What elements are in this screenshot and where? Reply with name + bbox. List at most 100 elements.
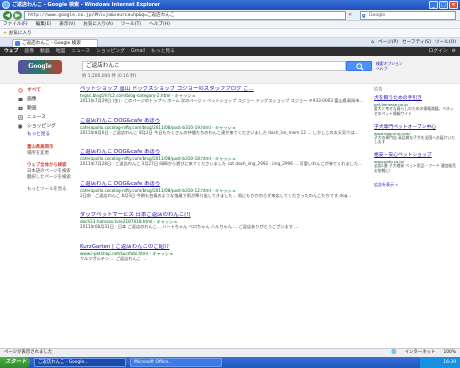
gbar-shopping[interactable]: ショッピング: [96, 47, 125, 56]
result-title[interactable]: ペットショップ 富山 ドッグスショップ コジョーのスタッフブログ ご...: [80, 86, 370, 93]
browser-tab[interactable]: ご返店わんこ - Google 検索: [12, 39, 98, 47]
result-title[interactable]: ご返店わんこ DOG&cafe あぽろ: [80, 149, 370, 156]
result-item: ご返店わんこ DOG&cafe あぽろ caferapollo.cocolog-…: [80, 118, 370, 146]
more-tools-link[interactable]: もっとツールを見る: [27, 187, 76, 193]
tools-menu[interactable]: ツール(O): [435, 39, 456, 47]
gbar-web[interactable]: ウェブ: [4, 47, 18, 56]
menu-favorites[interactable]: お気に入り(A): [83, 21, 113, 28]
search-icon: [356, 63, 364, 71]
start-button[interactable]: スタート: [0, 357, 30, 368]
result-item: ご返店わんこ DOG&cafe あぽろ caferapollo.cocolog-…: [80, 181, 370, 209]
stop-icon[interactable]: ✕: [348, 12, 352, 18]
back-icon[interactable]: ◀: [3, 11, 12, 20]
menu-tools[interactable]: ツール(T): [121, 21, 141, 28]
search-header: Google ご返店わんこ 約 1,200,000 件 (0.16 秒) 検索オ…: [0, 56, 460, 84]
ad-item: 格安・安心ペットショップ www.petir.co.jp/ 全国1番 子犬格安 …: [374, 153, 456, 174]
minimize-button[interactable]: _: [429, 1, 438, 9]
address-bar: ◀ ▶ http://www.google.co.jp/#hl=ja&sourc…: [0, 10, 460, 21]
result-title[interactable]: ご返店わんこ DOG&cafe あぽろ: [80, 181, 370, 188]
taskbar-office-window[interactable]: Microsoft Office...: [130, 358, 222, 367]
ads-column: 広告 犬を飼うための手引き pet.benesse.ne.jp 愛犬と幸せな暮ら…: [374, 86, 456, 188]
nav-all[interactable]: すべて: [0, 86, 76, 95]
google-favicon-icon: [15, 41, 20, 46]
tab-row: ご返店わんこ - Google 検索 ⌂ ページ(P) セーフティ(S) ツール…: [0, 38, 460, 47]
gbar-video[interactable]: 動画: [40, 47, 50, 56]
result-snippet: 2日前 · ご返店わんこ 8月3日 今朝も台風のような強風で雨が降り出してきまし…: [80, 192, 352, 198]
taskbar: スタート ご返店わんこ - Google... Microsoft Office…: [0, 357, 460, 368]
result-item: ペットショップ 富山 ドッグスショップ コジョーのスタッフブログ ご... tv…: [80, 86, 370, 114]
taskbar-ie-window[interactable]: ご返店わんこ - Google...: [34, 358, 126, 367]
ad-item: 子犬専門ペットオーブン中心 www.dogrune.com/ 子犬の専門店 高品…: [374, 125, 456, 146]
window-controls: _ □ ×: [429, 1, 458, 9]
location-section: 富山県高岡市 場所を変更: [0, 145, 76, 157]
ads-header: 広告: [374, 86, 383, 91]
url-input[interactable]: http://www.google.co.jp/#hl=ja&source=hp…: [24, 11, 346, 20]
result-snippet: 2011年7月28日 · ご返店わんこ 3月27日 岡崎から遊びに来てくださいま…: [80, 161, 363, 167]
result-snippet: 2011年08月31日 · 日本 ご返店のわんこ... ハートちゃん ペロちゃん…: [80, 224, 299, 230]
advanced-links: 検索オプション ヘルプ: [376, 61, 403, 72]
ad-text: 愛犬と幸せな暮らしのための情報満載。ベネッセのペット情報サイト: [374, 106, 454, 116]
google-logo[interactable]: Google: [18, 60, 62, 74]
zone-label: インターネット: [404, 350, 436, 355]
close-button[interactable]: ×: [449, 1, 458, 9]
result-title[interactable]: KurzGarten | ご返店わんこのご紹介: [80, 244, 370, 251]
nav-shopping[interactable]: ショッピング: [0, 122, 76, 131]
video-icon: [18, 107, 23, 110]
menu-file[interactable]: ファイル(F): [3, 21, 28, 28]
gbar-maps[interactable]: 地図: [56, 47, 66, 56]
menu-bar: ファイル(F) 編集(E) 表示(V) お気に入り(A) ツール(T) ヘルプ(…: [0, 21, 460, 29]
ad-text: 全国1番 子犬格安 ペット用品・フード 通信販売 お気軽に!: [374, 163, 456, 173]
change-location-link[interactable]: 場所を変更: [27, 151, 76, 157]
result-item: ダックペットサービス 日本ご返店のわんこ(!) dach23.hamazo.tv…: [80, 212, 370, 240]
maximize-button[interactable]: □: [439, 1, 448, 9]
google-small-icon: g: [362, 13, 366, 19]
search-input[interactable]: ご返店わんこ: [82, 61, 346, 71]
favorites-star-icon[interactable]: ★: [3, 31, 7, 36]
nav-news[interactable]: ニュース: [0, 113, 76, 122]
help-link[interactable]: ヘルプ: [376, 66, 403, 72]
web-scope-section: ウェブ全体から検索 日本語のページを検索 翻訳したページを検索: [0, 163, 76, 181]
nav-more-link[interactable]: もっと見る: [0, 131, 76, 139]
forward-icon[interactable]: ▶: [13, 11, 22, 20]
ad-item: 犬を飼うための手引き pet.benesse.ne.jp 愛犬と幸せな暮らしのた…: [374, 96, 456, 117]
google-top-bar: ウェブ 画像 動画 地図 ニュース ショッピング Gmail もっと見る ログイ…: [0, 47, 460, 56]
search-button[interactable]: [346, 61, 372, 71]
menu-view[interactable]: 表示(V): [59, 21, 75, 28]
more-ads-link[interactable]: 広告を表示 »: [374, 182, 456, 188]
favorites-label[interactable]: お気に入り: [9, 31, 32, 36]
command-bar: ⌂ ページ(P) セーフティ(S) ツール(O): [371, 39, 456, 47]
clock[interactable]: 16:39: [443, 360, 456, 365]
result-snippet: 2011年7月29日 (金) · このページのトップへ ホーム 次のページ » …: [80, 98, 364, 103]
safety-menu[interactable]: セーフティ(S): [402, 39, 431, 47]
result-snippet: クルツガルテン ... ご返店わんこ ...: [80, 255, 147, 261]
ie-icon: [2, 1, 10, 9]
result-title[interactable]: ご返店わんこ DOG&cafe あぽろ: [80, 118, 370, 125]
result-item: KurzGarten | ご返店わんこのご紹介 www.i-petshop.ne…: [80, 244, 370, 261]
gbar-more[interactable]: もっと見る: [151, 47, 175, 56]
news-icon: [18, 115, 23, 120]
home-icon[interactable]: ⌂: [371, 39, 374, 47]
status-bar: ページが表示されました 🌐 インターネット 100%: [0, 348, 460, 357]
gear-icon[interactable]: ⚙: [452, 47, 456, 56]
page-menu[interactable]: ページ(P): [378, 39, 398, 47]
gbar-gmail[interactable]: Gmail: [131, 47, 145, 56]
gbar-news[interactable]: ニュース: [71, 47, 90, 56]
ie-search-input[interactable]: g Google: [360, 11, 456, 20]
translated-pages-link[interactable]: 翻訳したページを検索: [27, 175, 76, 181]
zoom-level[interactable]: 100%: [443, 349, 456, 357]
gbar-images[interactable]: 画像: [24, 47, 34, 56]
status-right: 🌐 インターネット 100%: [391, 349, 456, 357]
login-link[interactable]: ログイン: [428, 47, 447, 56]
system-tray: 16:39: [420, 357, 460, 368]
result-snippet: 2011年8月6日 · ご返店わんこ 8月2日 今日もたくさんの仲間たちのわんこ…: [80, 129, 359, 135]
window-title: ご返店わんこ - Google 検索 - Windows Internet Ex…: [12, 2, 161, 8]
result-title[interactable]: ダックペットサービス 日本ご返店のわんこ(!): [80, 212, 370, 219]
nav-video[interactable]: 動画: [0, 104, 76, 113]
more-tools-section: もっとツールを見る: [0, 187, 76, 193]
image-icon: [18, 98, 23, 101]
menu-help[interactable]: ヘルプ(H): [149, 21, 170, 28]
ad-text: 子犬の専門店 高品質な子犬を全国へお届けいたします: [374, 134, 455, 145]
nav-images[interactable]: 画像: [0, 95, 76, 104]
menu-edit[interactable]: 編集(E): [36, 21, 52, 28]
result-stats: 約 1,200,000 件 (0.16 秒): [82, 74, 137, 79]
